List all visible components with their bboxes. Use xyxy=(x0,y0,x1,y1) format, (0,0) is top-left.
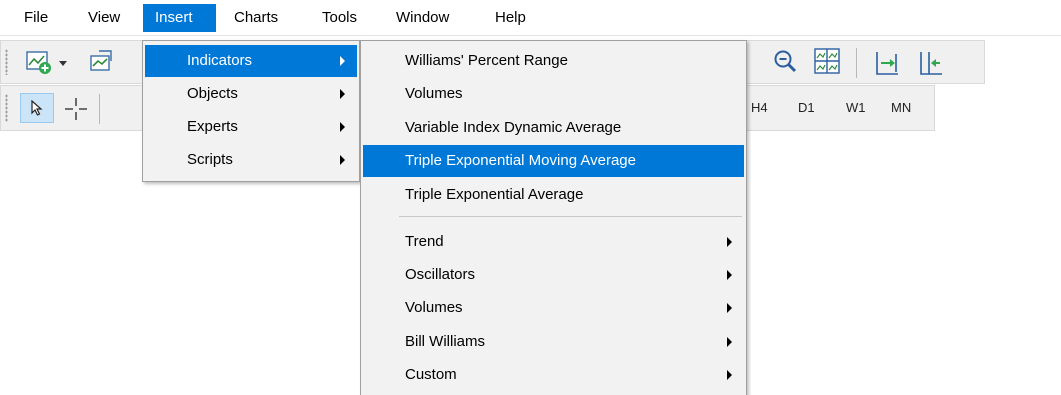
submenu-arrow-icon xyxy=(340,89,345,99)
crosshair-icon[interactable] xyxy=(63,96,89,122)
submenu-arrow-icon xyxy=(340,155,345,165)
timeframe-d1[interactable]: D1 xyxy=(798,98,815,118)
menu-group-oscillators[interactable]: Oscillators xyxy=(363,259,744,291)
menu-tools[interactable]: Tools xyxy=(310,4,369,32)
menu-group-volumes[interactable]: Volumes xyxy=(363,292,744,324)
timeframe-mn[interactable]: MN xyxy=(891,98,911,118)
menu-item-indicators[interactable]: Indicators xyxy=(145,45,357,77)
menu-item-tema[interactable]: Triple Exponential Moving Average xyxy=(363,145,744,177)
menu-item-label: Scripts xyxy=(187,151,233,168)
submenu-arrow-icon xyxy=(727,370,732,380)
menu-item-label: Variable Index Dynamic Average xyxy=(405,119,622,136)
menu-item-label: Objects xyxy=(187,85,238,102)
submenu-arrow-icon xyxy=(727,303,732,313)
profiles-icon[interactable] xyxy=(89,49,115,75)
menu-insert[interactable]: Insert xyxy=(143,4,216,32)
toolbar-separator xyxy=(99,94,100,124)
submenu-arrow-icon xyxy=(340,122,345,132)
chart-shift-icon[interactable] xyxy=(918,50,944,76)
menu-item-label: Triple Exponential Moving Average xyxy=(405,152,636,169)
indicators-submenu: Williams' Percent Range Volumes Variable… xyxy=(360,40,747,395)
toolbar-grip[interactable] xyxy=(5,94,8,122)
submenu-arrow-icon xyxy=(727,237,732,247)
menu-item-vidya[interactable]: Variable Index Dynamic Average xyxy=(363,112,744,144)
menu-item-label: Oscillators xyxy=(405,266,476,283)
menu-bar: File View Insert Charts Tools Window Hel… xyxy=(0,0,1061,36)
menu-group-bill-williams[interactable]: Bill Williams xyxy=(363,326,744,358)
insert-dropdown: Indicators Objects Experts Scripts xyxy=(142,40,360,182)
menu-group-custom[interactable]: Custom xyxy=(363,359,744,391)
menu-item-trix[interactable]: Triple Exponential Average xyxy=(363,179,744,211)
menu-item-label: Triple Exponential Average xyxy=(405,186,584,203)
chevron-down-icon[interactable] xyxy=(59,61,67,66)
submenu-arrow-icon xyxy=(727,270,732,280)
tile-windows-icon[interactable] xyxy=(814,48,840,74)
submenu-arrow-icon xyxy=(727,337,732,347)
cursor-icon xyxy=(31,100,43,116)
menu-item-experts[interactable]: Experts xyxy=(145,111,357,143)
menu-group-trend[interactable]: Trend xyxy=(363,226,744,258)
autoscroll-icon[interactable] xyxy=(874,50,900,76)
menu-item-volumes-indicator[interactable]: Volumes xyxy=(363,78,744,110)
menu-view[interactable]: View xyxy=(76,4,132,32)
new-chart-icon[interactable] xyxy=(26,50,54,76)
menu-item-scripts[interactable]: Scripts xyxy=(145,144,357,176)
menu-item-label: Volumes xyxy=(405,299,463,316)
menu-item-label: Custom xyxy=(405,366,457,383)
menu-item-label: Trend xyxy=(405,233,444,250)
menu-window[interactable]: Window xyxy=(384,4,461,32)
menu-item-label: Volumes xyxy=(405,85,463,102)
menu-separator xyxy=(399,216,742,217)
submenu-arrow-icon xyxy=(340,56,345,66)
timeframe-h4[interactable]: H4 xyxy=(751,98,768,118)
timeframe-w1[interactable]: W1 xyxy=(846,98,866,118)
menu-item-label: Williams' Percent Range xyxy=(405,52,568,69)
zoom-out-icon[interactable] xyxy=(772,48,798,76)
menu-item-label: Experts xyxy=(187,118,238,135)
menu-item-label: Bill Williams xyxy=(405,333,485,350)
menu-item-objects[interactable]: Objects xyxy=(145,78,357,110)
menu-item-label: Indicators xyxy=(187,52,253,69)
menu-item-williams-percent-range[interactable]: Williams' Percent Range xyxy=(363,45,744,77)
toolbar-separator xyxy=(856,48,857,78)
toolbar-grip[interactable] xyxy=(5,49,8,75)
menu-charts[interactable]: Charts xyxy=(222,4,290,32)
menu-help[interactable]: Help xyxy=(483,4,538,32)
cursor-button[interactable] xyxy=(20,93,54,123)
menu-file[interactable]: File xyxy=(12,4,60,32)
